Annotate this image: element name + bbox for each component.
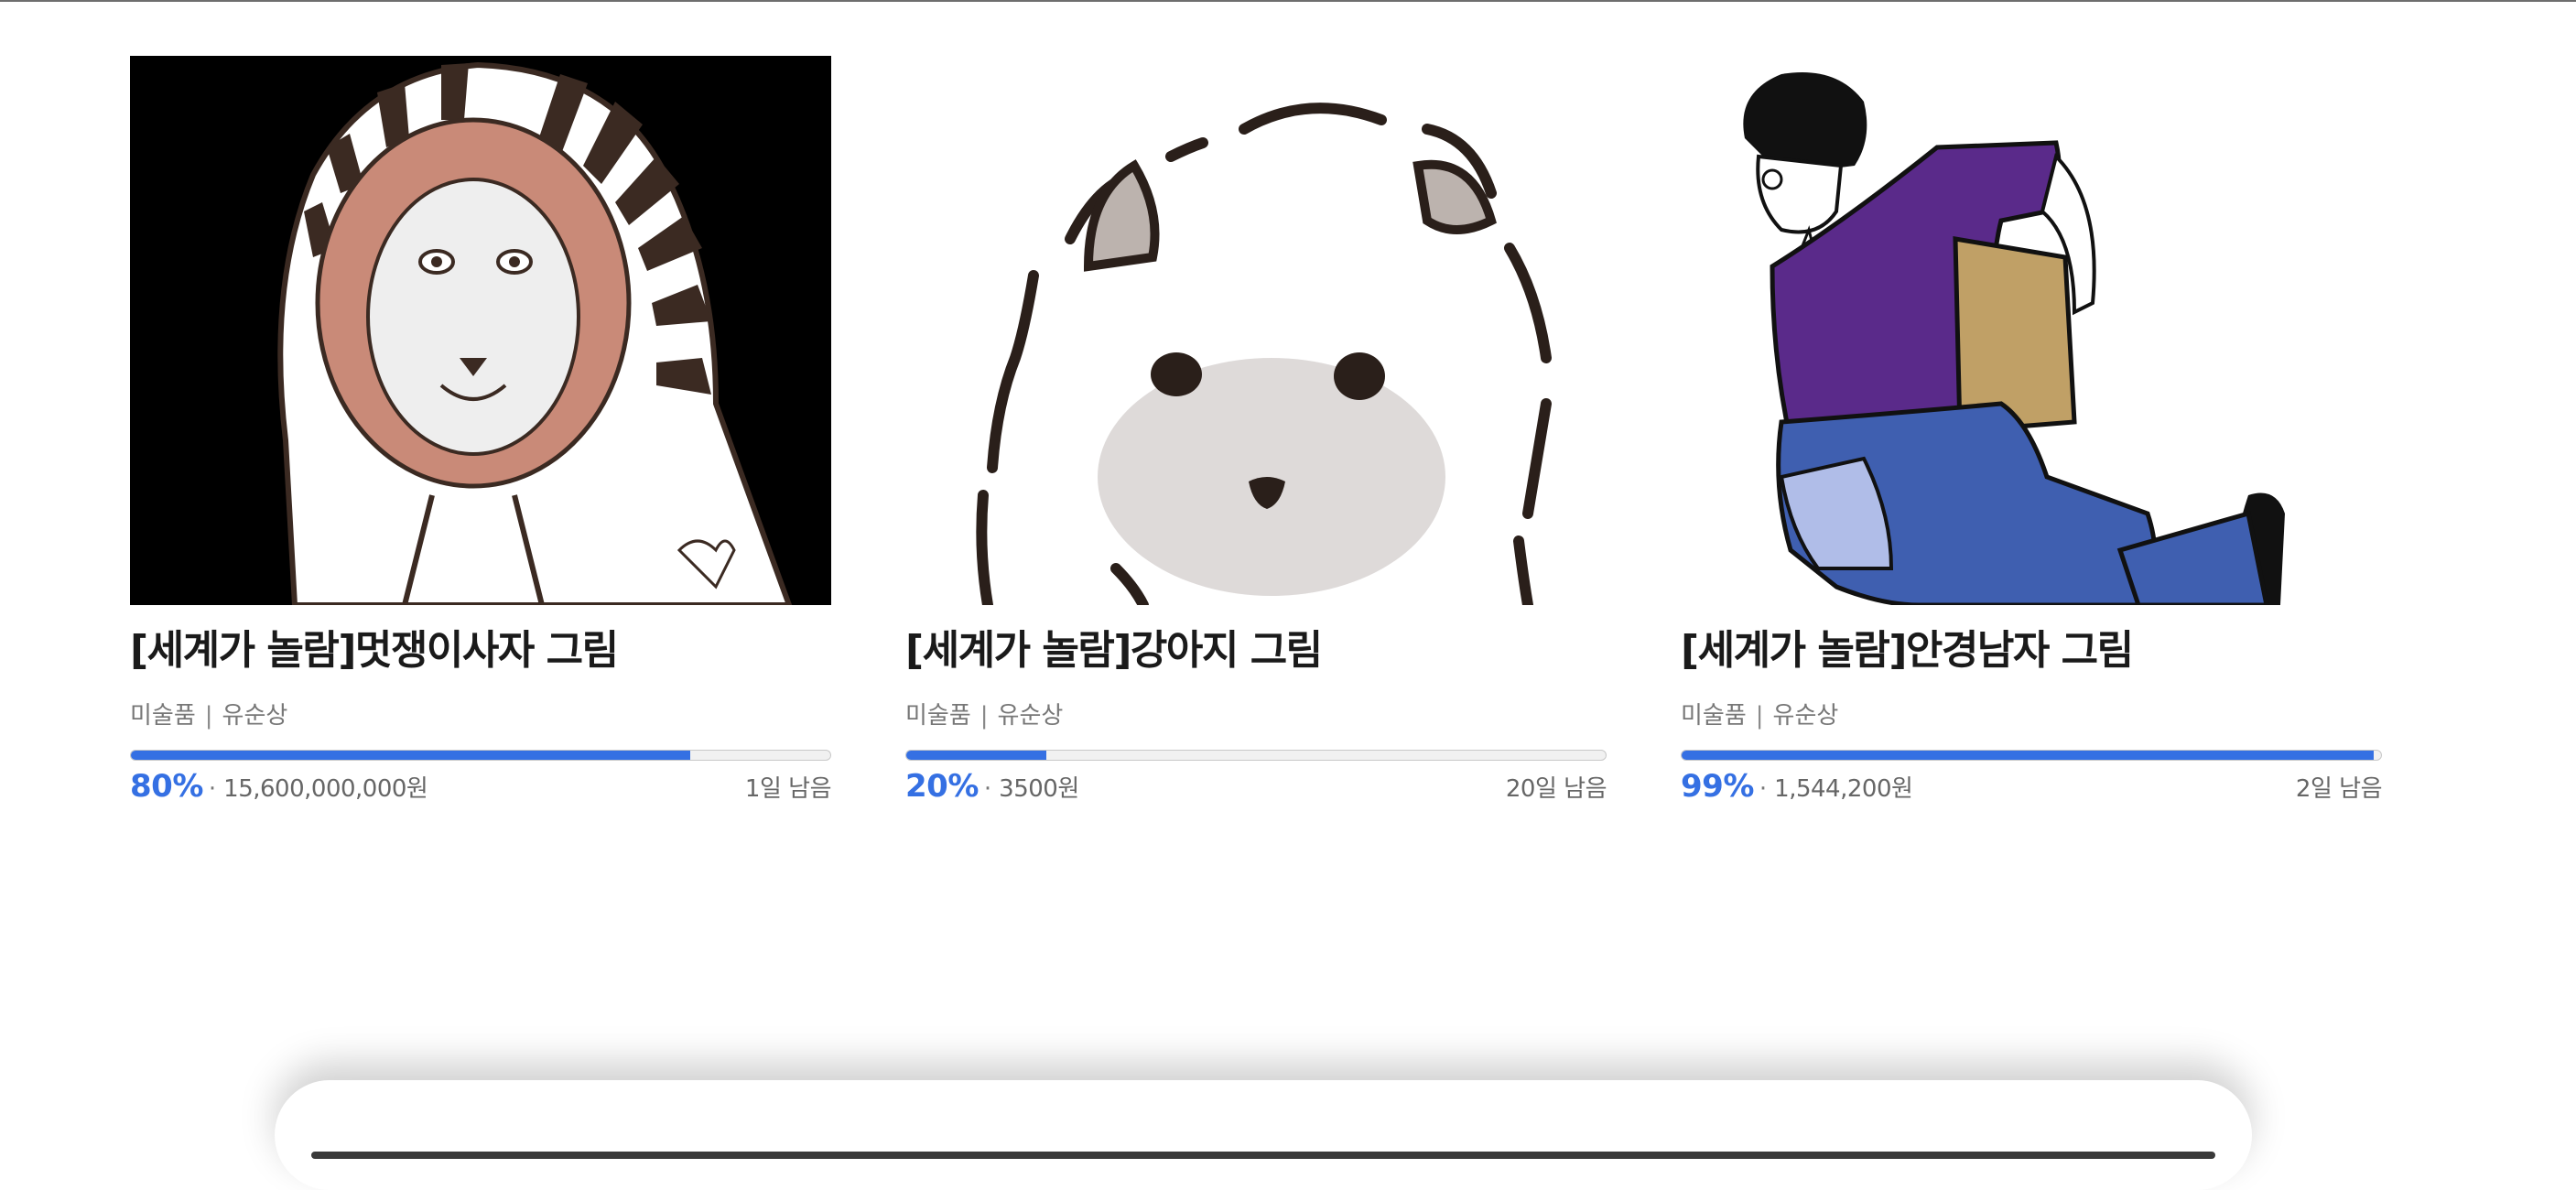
funding-amount: 3500원 [999, 775, 1079, 803]
funding-percent: 80% [130, 768, 203, 805]
days-remaining: 2일 남음 [2295, 775, 2383, 803]
product-card[interactable]: [세계가 놀람]강아지 그림 미술품 | 유순상 20% · 3500원 20일 남… [905, 56, 1607, 805]
product-image[interactable] [905, 56, 1607, 605]
funding-stats: 99% · 1,544,200원 2일 남음 [1681, 768, 2383, 805]
product-meta: 미술품 | 유순상 [130, 700, 831, 731]
product-image[interactable] [130, 56, 831, 605]
product-meta: 미술품 | 유순상 [905, 700, 1607, 731]
days-remaining: 20일 남음 [1505, 775, 1607, 803]
funding-amount: 15,600,000,000원 [223, 775, 428, 803]
product-grid: [세계가 놀람]멋쟁이사자 그림 미술품 | 유순상 80% · 15,600,00… [130, 56, 2383, 805]
meta-separator: | [1755, 702, 1764, 730]
funding-progress-fill [906, 751, 1046, 760]
product-image[interactable] [1681, 56, 2382, 605]
category-label: 미술품 [905, 702, 971, 730]
product-card[interactable]: [세계가 놀람]안경남자 그림 미술품 | 유순상 99% · 1,544,200원… [1681, 56, 2383, 805]
days-remaining: 1일 남음 [744, 775, 832, 803]
funding-stats: 80% · 15,600,000,000원 1일 남음 [130, 768, 832, 805]
product-title[interactable]: [세계가 놀람]강아지 그림 [905, 625, 1607, 676]
meta-separator: | [204, 702, 213, 730]
glasses-man-drawing-image [1681, 56, 2382, 605]
funding-percent: 99% [1681, 768, 1754, 805]
meta-separator: | [980, 702, 989, 730]
funding-percent: 20% [905, 768, 979, 805]
product-title[interactable]: [세계가 놀람]멋쟁이사자 그림 [130, 625, 831, 676]
product-title[interactable]: [세계가 놀람]안경남자 그림 [1681, 625, 2382, 676]
category-label: 미술품 [1681, 702, 1747, 730]
dot-separator: · [1759, 775, 1768, 803]
bottom-panel [275, 1080, 2252, 1190]
funding-stats: 20% · 3500원 20일 남음 [905, 768, 1607, 805]
product-card[interactable]: [세계가 놀람]멋쟁이사자 그림 미술품 | 유순상 80% · 15,600,00… [130, 56, 832, 805]
bottom-bar [311, 1152, 2215, 1159]
dot-separator: · [208, 775, 217, 803]
lion-drawing-image [130, 56, 831, 605]
artist-label: 유순상 [1772, 702, 1839, 730]
funding-amount: 1,544,200원 [1774, 775, 1913, 803]
category-label: 미술품 [130, 702, 196, 730]
puppy-drawing-image [905, 56, 1607, 605]
funding-progress-bar [1681, 750, 2382, 761]
funding-progress-fill [131, 751, 691, 760]
funding-progress-fill [1682, 751, 2375, 760]
top-border [0, 0, 2576, 2]
dot-separator: · [983, 775, 992, 803]
artist-label: 유순상 [997, 702, 1064, 730]
product-meta: 미술품 | 유순상 [1681, 700, 2382, 731]
funding-progress-bar [130, 750, 831, 761]
funding-progress-bar [905, 750, 1607, 761]
artist-label: 유순상 [222, 702, 288, 730]
